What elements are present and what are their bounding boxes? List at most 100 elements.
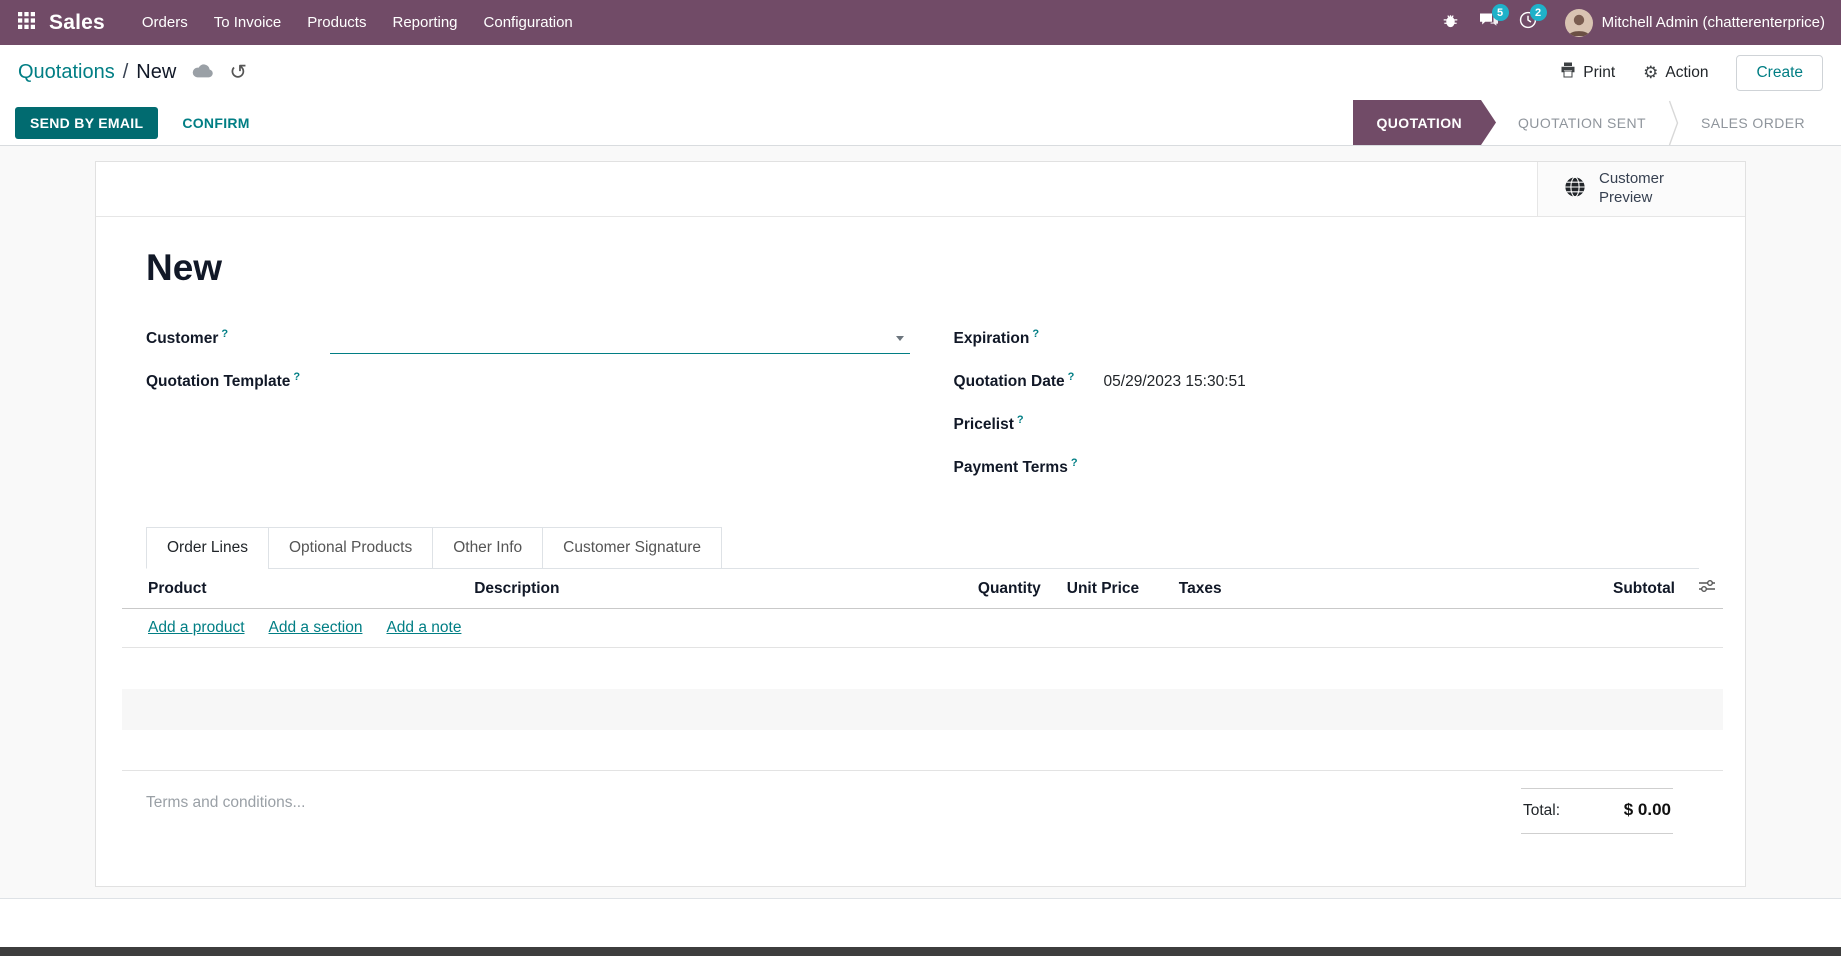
messages-button[interactable]: 5 [1479, 0, 1499, 45]
save-indicator-button[interactable] [192, 63, 213, 83]
add-a-section-link[interactable]: Add a section [269, 619, 363, 636]
payment-terms-field-row: Payment Terms? [954, 446, 1699, 489]
customer-preview-label-line1: Customer [1599, 170, 1664, 189]
total-label: Total: [1523, 802, 1560, 820]
breadcrumb-quotations[interactable]: Quotations [18, 61, 115, 84]
menu-products[interactable]: Products [294, 0, 379, 45]
quotation-template-input[interactable] [330, 368, 910, 396]
create-button[interactable]: Create [1736, 55, 1823, 91]
empty-row [122, 689, 1723, 730]
debug-button[interactable] [1442, 0, 1459, 45]
breadcrumb: Quotations / New [18, 61, 176, 84]
main-content: Customer Preview New Customer? [0, 146, 1841, 898]
undo-icon: ↺ [229, 62, 247, 83]
order-lines-add-row: Add a product Add a section Add a note [122, 609, 1723, 648]
stage-pipeline: QUOTATION QUOTATION SENT SALES ORDER [1353, 100, 1841, 145]
pricelist-label: Pricelist? [954, 414, 1104, 434]
chevron-down-icon[interactable] [896, 336, 904, 341]
expiration-input[interactable] [1104, 325, 1699, 353]
bug-icon [1442, 12, 1459, 34]
column-header-product: Product [122, 580, 474, 598]
tab-customer-signature[interactable]: Customer Signature [542, 527, 722, 569]
column-header-taxes: Taxes [1171, 580, 1555, 598]
quotation-date-value[interactable]: 05/29/2023 15:30:51 [1104, 373, 1246, 391]
pricelist-input[interactable] [1104, 411, 1699, 439]
empty-row [122, 730, 1723, 771]
user-name: Mitchell Admin (chatterenterprice) [1602, 14, 1825, 31]
field-grid: Customer? Quotation Template? Expiration… [146, 317, 1699, 489]
tab-optional-products[interactable]: Optional Products [268, 527, 433, 569]
add-a-product-link[interactable]: Add a product [148, 619, 245, 636]
record-title: New [146, 247, 1699, 289]
menu-to-invoice[interactable]: To Invoice [201, 0, 295, 45]
total-value: $ 0.00 [1624, 800, 1671, 820]
column-header-unit-price: Unit Price [1041, 580, 1171, 598]
activities-button[interactable]: 2 [1519, 0, 1537, 45]
customer-preview-label-line2: Preview [1599, 189, 1664, 208]
stage-quotation[interactable]: QUOTATION [1353, 100, 1497, 145]
column-header-quantity: Quantity [921, 580, 1041, 598]
help-icon: ? [1071, 457, 1078, 469]
cloud-icon [192, 63, 213, 83]
sheet-header: Customer Preview [96, 162, 1745, 217]
top-navbar: Sales Orders To Invoice Products Reporti… [0, 0, 1841, 45]
payment-terms-label: Payment Terms? [954, 457, 1104, 477]
gear-icon: ⚙ [1643, 64, 1658, 81]
confirm-button[interactable]: CONFIRM [182, 115, 249, 131]
app-name[interactable]: Sales [43, 11, 115, 35]
apps-grid-icon [18, 12, 35, 34]
user-avatar [1565, 9, 1593, 37]
apps-menu-button[interactable] [10, 0, 43, 45]
stage-quotation-sent[interactable]: QUOTATION SENT [1496, 100, 1668, 145]
column-header-subtotal: Subtotal [1555, 580, 1675, 598]
globe-icon [1564, 176, 1586, 203]
menu-reporting[interactable]: Reporting [379, 0, 470, 45]
terms-and-conditions-input[interactable] [146, 786, 1000, 820]
expiration-field-row: Expiration? [954, 317, 1699, 360]
help-icon: ? [1017, 414, 1024, 426]
help-icon: ? [221, 328, 228, 340]
action-label: Action [1665, 64, 1708, 82]
breadcrumb-separator: / [123, 61, 129, 84]
sheet-footer: Total: $ 0.00 [146, 786, 1699, 834]
quotation-date-label: Quotation Date? [954, 371, 1104, 391]
customer-field-row: Customer? [146, 317, 910, 360]
activities-badge: 2 [1530, 4, 1547, 21]
control-panel: Quotations / New ↺ Print [0, 45, 1841, 100]
customer-preview-button[interactable]: Customer Preview [1537, 162, 1745, 216]
help-icon: ? [293, 371, 300, 383]
chevron-right-icon [1668, 100, 1679, 145]
breadcrumb-current: New [136, 61, 176, 84]
messages-badge: 5 [1492, 4, 1509, 21]
send-by-email-button[interactable]: SEND BY EMAIL [15, 107, 158, 139]
column-header-description: Description [474, 580, 921, 598]
help-icon: ? [1032, 328, 1039, 340]
customer-input-wrapper [330, 323, 910, 354]
user-menu-button[interactable]: Mitchell Admin (chatterenterprice) [1565, 9, 1825, 37]
printer-icon [1560, 62, 1576, 83]
help-icon: ? [1068, 371, 1075, 383]
add-a-note-link[interactable]: Add a note [386, 619, 461, 636]
quotation-template-field-row: Quotation Template? [146, 360, 910, 403]
action-button[interactable]: ⚙ Action [1643, 64, 1708, 82]
menu-configuration[interactable]: Configuration [471, 0, 586, 45]
print-button[interactable]: Print [1560, 62, 1615, 83]
empty-row [122, 648, 1723, 689]
form-sheet: Customer Preview New Customer? [95, 161, 1746, 887]
payment-terms-input[interactable] [1104, 454, 1699, 482]
totals-box: Total: $ 0.00 [1521, 788, 1673, 834]
order-lines-header-row: Product Description Quantity Unit Price … [122, 569, 1723, 609]
discard-button[interactable]: ↺ [229, 62, 247, 83]
stage-sales-order[interactable]: SALES ORDER [1679, 100, 1827, 145]
customer-label: Customer? [146, 328, 330, 348]
tab-other-info[interactable]: Other Info [432, 527, 543, 569]
toggle-columns-button[interactable] [1675, 579, 1723, 598]
sliders-icon [1699, 579, 1715, 598]
tab-order-lines[interactable]: Order Lines [146, 527, 269, 569]
notebook-tabs: Order Lines Optional Products Other Info… [146, 527, 1699, 569]
customer-input[interactable] [330, 323, 892, 353]
quotation-template-label: Quotation Template? [146, 371, 330, 391]
chatter-area [0, 898, 1841, 947]
menu-orders[interactable]: Orders [129, 0, 201, 45]
quotation-date-field-row: Quotation Date? 05/29/2023 15:30:51 [954, 360, 1699, 403]
